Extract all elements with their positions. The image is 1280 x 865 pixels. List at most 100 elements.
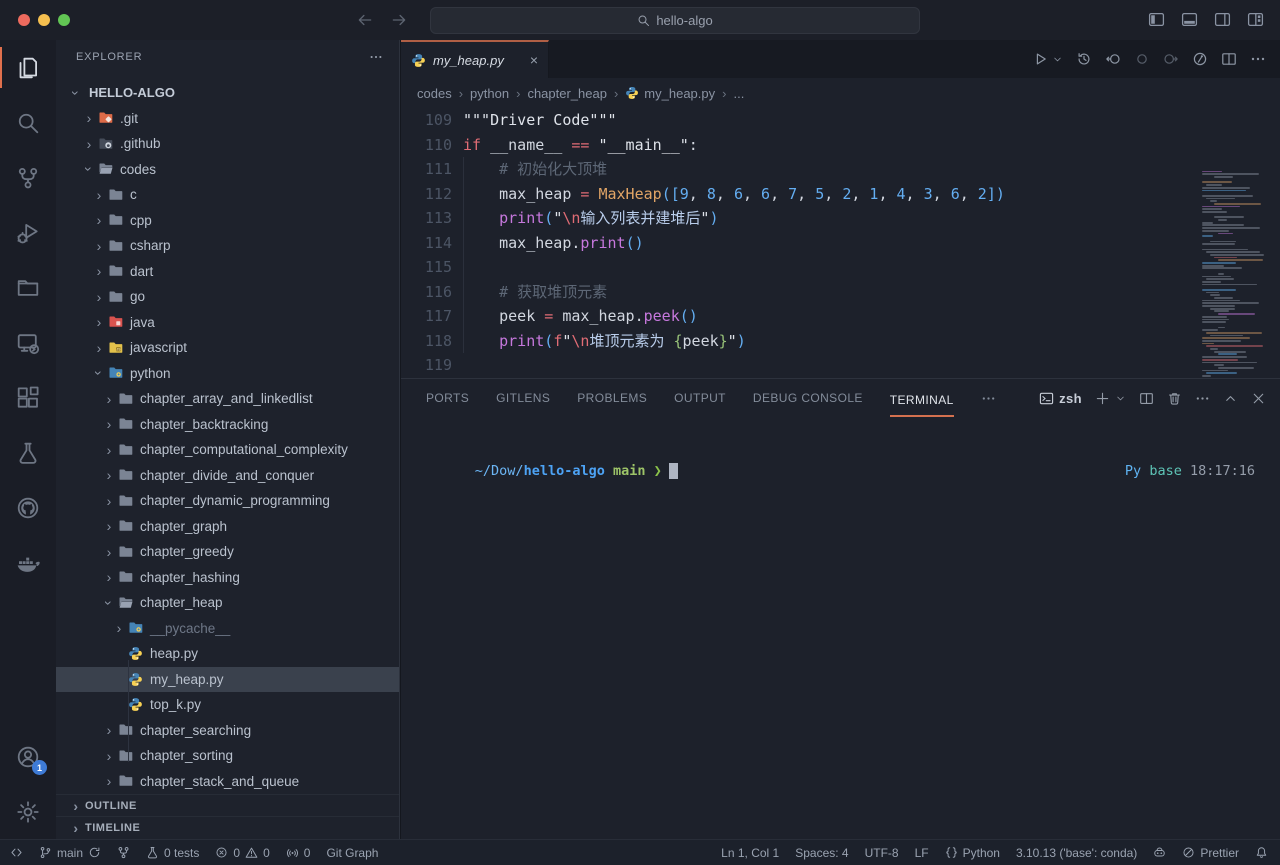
more-actions-button[interactable] <box>1250 51 1266 67</box>
go-forward-button[interactable] <box>390 11 408 29</box>
breadcrumb-item-chapter-heap[interactable]: chapter_heap <box>527 86 607 101</box>
activity-bar-accounts[interactable]: 1 <box>0 729 56 784</box>
tree-item-cpp[interactable]: › cpp <box>56 208 399 234</box>
command-center-search[interactable]: hello-algo <box>430 7 920 34</box>
maximize-panel-button[interactable] <box>1223 391 1238 406</box>
activity-bar-extensions[interactable] <box>0 370 56 425</box>
tree-item-chapter-computational-complexity[interactable]: › chapter_computational_complexity <box>56 437 399 463</box>
status-ports[interactable]: 0 <box>286 846 311 860</box>
toggle-panel-button[interactable] <box>1181 11 1198 28</box>
breadcrumb-item--[interactable]: ... <box>733 86 744 101</box>
tree-item-c[interactable]: › c <box>56 182 399 208</box>
terminal-instance-zsh[interactable]: zsh <box>1039 391 1082 406</box>
status-cursor-position[interactable]: Ln 1, Col 1 <box>721 846 779 860</box>
panel-more-button[interactable] <box>1195 391 1210 406</box>
go-back-button[interactable] <box>356 11 374 29</box>
status-indentation[interactable]: Spaces: 4 <box>795 846 848 860</box>
tree-item-python[interactable]: › python <box>56 361 399 387</box>
split-terminal-button[interactable] <box>1139 391 1154 406</box>
tree-item-chapter-sorting[interactable]: › chapter_sorting <box>56 743 399 769</box>
tree-item-chapter-stack-and-queue[interactable]: › chapter_stack_and_queue <box>56 769 399 795</box>
status-problems[interactable]: 0 0 <box>215 846 269 860</box>
tree-item-chapter-greedy[interactable]: › chapter_greedy <box>56 539 399 565</box>
file-history-button[interactable] <box>1076 51 1092 67</box>
activity-bar-explorer[interactable] <box>0 40 56 95</box>
panel-tab-problems[interactable]: PROBLEMS <box>577 387 647 409</box>
terminal-dropdown-button[interactable] <box>1115 393 1126 404</box>
tree-item-chapter-heap[interactable]: › chapter_heap <box>56 590 399 616</box>
status-git-graph[interactable]: Git Graph <box>326 846 378 860</box>
status-copilot[interactable] <box>1153 846 1166 859</box>
tab-my-heap-py[interactable]: my_heap.py × <box>401 40 549 78</box>
close-tab-icon[interactable]: × <box>530 52 538 68</box>
tree-item-chapter-graph[interactable]: › chapter_graph <box>56 514 399 540</box>
status-tests[interactable]: 0 tests <box>146 846 199 860</box>
run-python-file-button[interactable] <box>1032 51 1048 67</box>
activity-bar-github[interactable] <box>0 480 56 535</box>
gitlens-current-button[interactable] <box>1134 51 1150 67</box>
tree-item-chapter-dynamic-programming[interactable]: › chapter_dynamic_programming <box>56 488 399 514</box>
gitlens-graph-button[interactable] <box>1192 51 1208 67</box>
tree-item-chapter-searching[interactable]: › chapter_searching <box>56 718 399 744</box>
tree-item-javascript[interactable]: ›JS javascript <box>56 335 399 361</box>
status-git-branch[interactable]: main <box>39 846 101 860</box>
status-eol[interactable]: LF <box>915 846 929 860</box>
activity-bar-project-manager[interactable] <box>0 260 56 315</box>
breadcrumb-item-codes[interactable]: codes <box>417 86 452 101</box>
tree-item-top-k-py[interactable]: › top_k.py <box>56 692 399 718</box>
kill-terminal-button[interactable] <box>1167 391 1182 406</box>
panel-tab-ports[interactable]: PORTS <box>426 387 469 409</box>
tree-item-chapter-backtracking[interactable]: › chapter_backtracking <box>56 412 399 438</box>
tree-item-my-heap-py[interactable]: › my_heap.py <box>56 667 399 693</box>
status-git-graph-action[interactable] <box>117 846 130 859</box>
status-python-interpreter[interactable]: 3.10.13 ('base': conda) <box>1016 846 1137 860</box>
customize-layout-button[interactable] <box>1247 11 1264 28</box>
toggle-primary-sidebar-button[interactable] <box>1148 11 1165 28</box>
panel-tab-terminal[interactable]: TERMINAL <box>890 389 954 417</box>
run-dropdown-button[interactable] <box>1052 54 1063 65</box>
status-remote-indicator[interactable] <box>10 846 23 859</box>
tree-item--git[interactable]: › .git <box>56 106 399 132</box>
activity-bar-source-control[interactable] <box>0 150 56 205</box>
tree-item-chapter-array-and-linkedlist[interactable]: › chapter_array_and_linkedlist <box>56 386 399 412</box>
split-editor-button[interactable] <box>1221 51 1237 67</box>
tree-item--pycache-[interactable]: › __pycache__ <box>56 616 399 642</box>
activity-bar-docker[interactable] <box>0 535 56 590</box>
tree-item-go[interactable]: › go <box>56 284 399 310</box>
minimize-window-button[interactable] <box>38 14 50 26</box>
status-notifications[interactable] <box>1255 846 1268 859</box>
close-panel-button[interactable] <box>1251 391 1266 406</box>
close-window-button[interactable] <box>18 14 30 26</box>
panel-tab-debug-console[interactable]: DEBUG CONSOLE <box>753 387 863 409</box>
breadcrumb-item-my-heap-py[interactable]: my_heap.py <box>625 86 715 101</box>
tree-item-dart[interactable]: › dart <box>56 259 399 285</box>
tree-item--github[interactable]: › .github <box>56 131 399 157</box>
activity-bar-settings[interactable] <box>0 784 56 839</box>
activity-bar-testing[interactable] <box>0 425 56 480</box>
toggle-secondary-sidebar-button[interactable] <box>1214 11 1231 28</box>
status-prettier[interactable]: Prettier <box>1182 846 1239 860</box>
breadcrumb-item-python[interactable]: python <box>470 86 509 101</box>
tree-item-java[interactable]: › java <box>56 310 399 336</box>
minimap[interactable] <box>1202 168 1274 378</box>
activity-bar-remote-explorer[interactable] <box>0 315 56 370</box>
new-terminal-button[interactable] <box>1095 391 1110 406</box>
panel-tabs-more-button[interactable] <box>981 391 996 406</box>
tree-item-chapter-hashing[interactable]: › chapter_hashing <box>56 565 399 591</box>
explorer-more-actions-button[interactable] <box>369 50 383 64</box>
status-encoding[interactable]: UTF-8 <box>865 846 899 860</box>
activity-bar-run-and-debug[interactable] <box>0 205 56 260</box>
gitlens-back-button[interactable] <box>1105 51 1121 67</box>
panel-tab-gitlens[interactable]: GITLENS <box>496 387 550 409</box>
tree-item-root[interactable]: › HELLO-ALGO <box>56 80 399 106</box>
editor-code-area[interactable]: 109 """Driver Code""" 110 if __name__ ==… <box>401 108 1280 378</box>
tree-item-chapter-divide-and-conquer[interactable]: › chapter_divide_and_conquer <box>56 463 399 489</box>
timeline-section[interactable]: › TIMELINE <box>56 816 399 838</box>
zoom-window-button[interactable] <box>58 14 70 26</box>
gitlens-forward-button[interactable] <box>1163 51 1179 67</box>
tree-item-heap-py[interactable]: › heap.py <box>56 641 399 667</box>
tree-item-codes[interactable]: › codes <box>56 157 399 183</box>
panel-tab-output[interactable]: OUTPUT <box>674 387 726 409</box>
status-language-mode[interactable]: Python <box>945 846 1000 860</box>
activity-bar-search[interactable] <box>0 95 56 150</box>
